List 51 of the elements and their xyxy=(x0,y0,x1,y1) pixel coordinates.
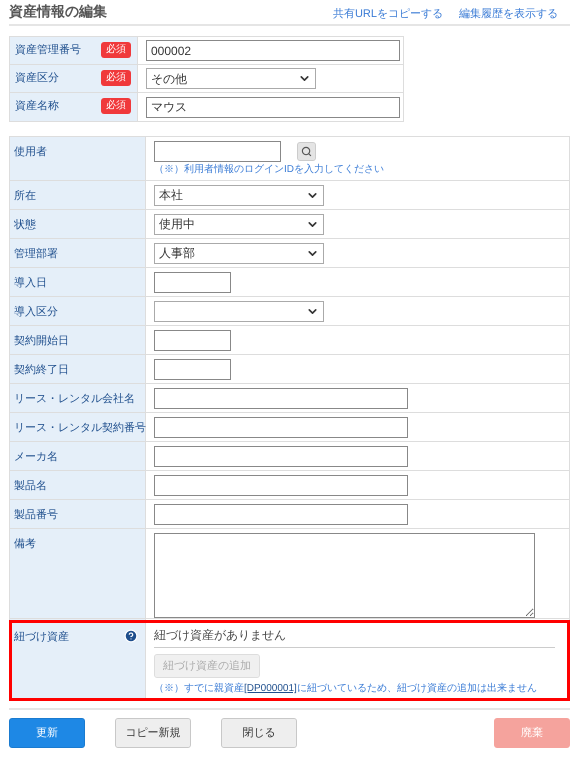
field-label: リース・レンタル契約番号 xyxy=(14,422,146,434)
field-label: 契約終了日 xyxy=(14,364,69,376)
header-link[interactable]: 共有URLをコピーする xyxy=(332,6,443,22)
field-label: 製品番号 xyxy=(14,509,58,521)
field-label: 資産名称 xyxy=(15,98,59,114)
text-field[interactable] xyxy=(154,504,408,524)
header-link[interactable]: 編集履歴を表示する xyxy=(459,6,558,22)
field-label: 製品名 xyxy=(14,480,47,492)
field-label: 資産区分 xyxy=(15,70,59,86)
action-button[interactable]: 更新 xyxy=(9,718,85,748)
required-badge: 必須 xyxy=(101,70,131,86)
page-title: 資産情報の編集 xyxy=(9,2,107,21)
date-field[interactable] xyxy=(154,358,231,380)
remarks-field[interactable] xyxy=(154,533,535,618)
select-field[interactable]: 使用中 xyxy=(154,214,324,234)
text-field[interactable] xyxy=(154,416,408,438)
text-field[interactable] xyxy=(154,446,408,466)
date-field[interactable] xyxy=(154,330,231,350)
action-button[interactable]: 閉じる xyxy=(221,718,297,748)
hint-text: （※）利用者情報のログインIDを入力してください xyxy=(154,164,384,176)
field-label: 管理部署 xyxy=(14,248,58,260)
search-button[interactable] xyxy=(297,142,316,161)
select-field[interactable]: 本社 xyxy=(154,184,324,206)
field-label: 導入区分 xyxy=(14,306,58,318)
user-id-field[interactable] xyxy=(154,141,281,162)
required-badge: 必須 xyxy=(101,98,131,114)
field-label: 状態 xyxy=(14,219,36,231)
help-icon[interactable] xyxy=(124,629,138,643)
action-button[interactable]: コピー新規 xyxy=(115,718,191,748)
text-field[interactable]: 000002 xyxy=(146,40,400,61)
restriction-note: （※）すでに親資産[DP000001]に紐づいているため、紐づけ資産の追加は出来ません xyxy=(154,682,538,696)
field-label: 所在 xyxy=(14,190,36,202)
required-badge: 必須 xyxy=(101,42,131,58)
select-field[interactable] xyxy=(154,300,324,322)
parent-asset-link[interactable]: [DP000001] xyxy=(244,683,297,694)
field-label: 紐づけ資産 xyxy=(14,630,69,645)
field-label: 契約開始日 xyxy=(14,335,69,347)
text-field[interactable]: マウス xyxy=(146,96,400,118)
field-label: 資産管理番号 xyxy=(15,42,81,58)
field-label: 使用者 xyxy=(14,146,47,158)
field-label: 備考 xyxy=(14,538,36,550)
field-label: メーカ名 xyxy=(14,451,58,463)
select-field[interactable]: 人事部 xyxy=(154,242,324,264)
empty-message: 紐づけ資産がありません xyxy=(154,626,555,648)
text-field[interactable] xyxy=(154,474,408,496)
field-label: リース・レンタル会社名 xyxy=(14,393,135,405)
select-field[interactable]: その他 xyxy=(146,68,316,89)
text-field[interactable] xyxy=(154,388,408,408)
search-icon xyxy=(301,146,312,157)
field-label: 導入日 xyxy=(14,277,47,289)
date-field[interactable] xyxy=(154,272,231,292)
